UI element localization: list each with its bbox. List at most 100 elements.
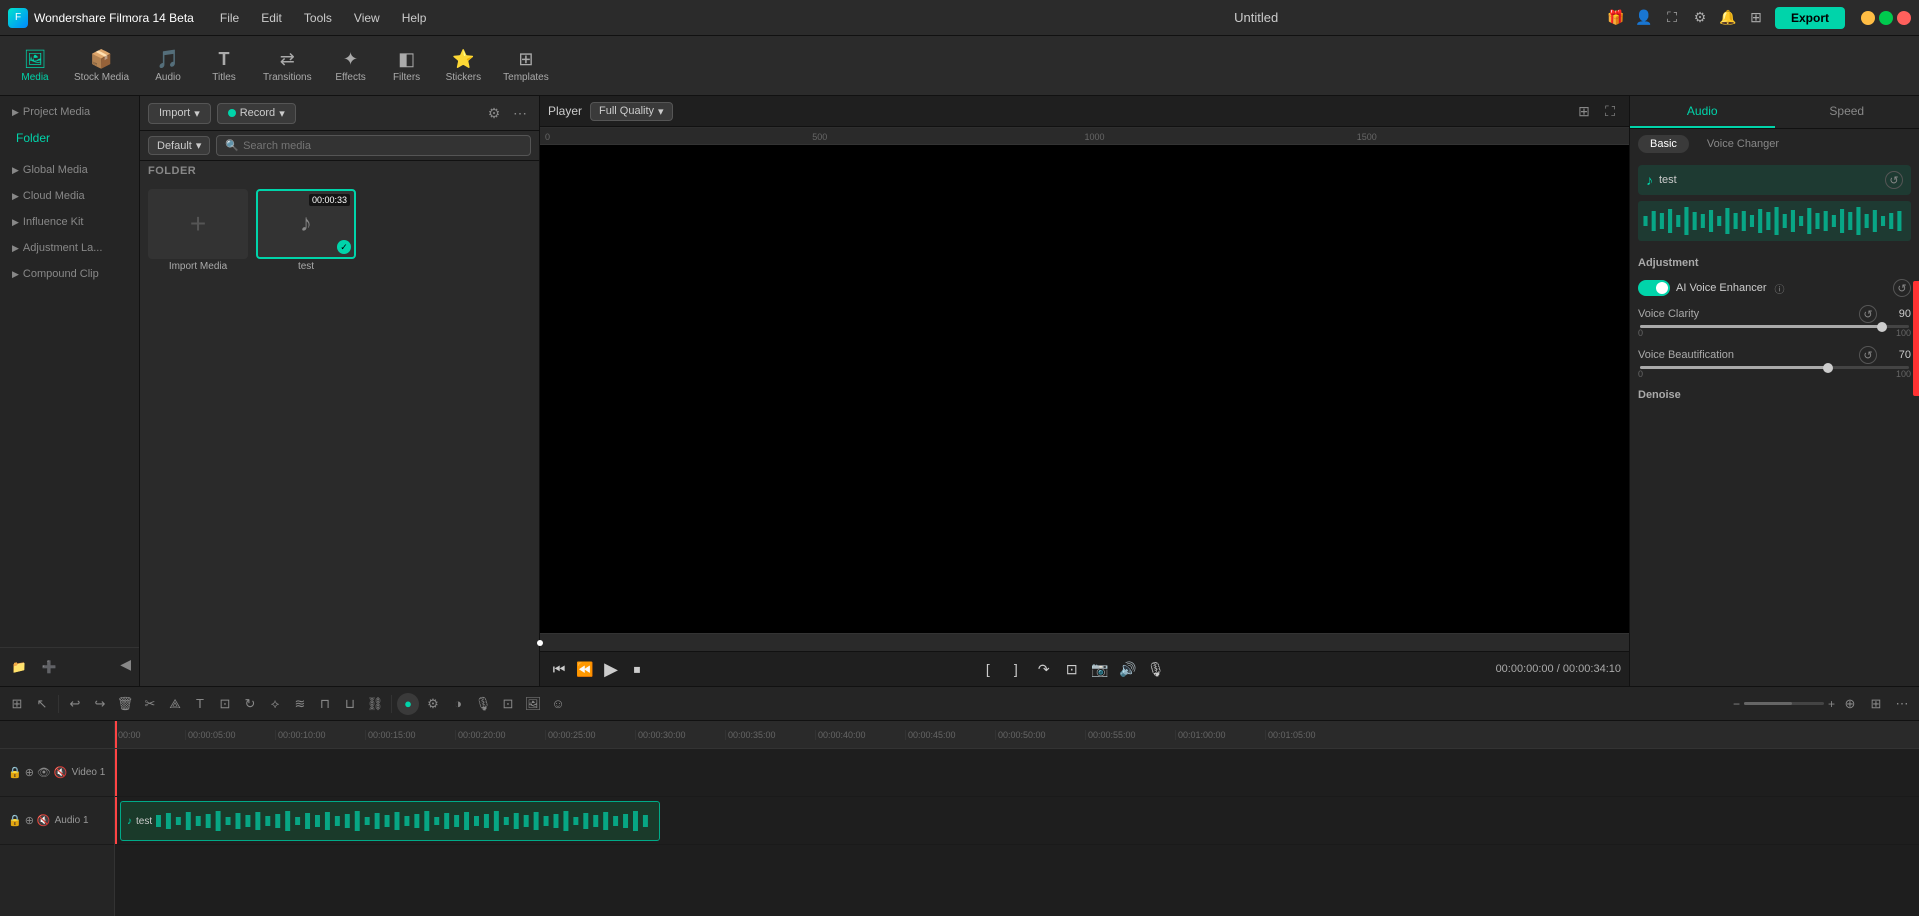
audio1-add-icon[interactable]: ⊕ [25, 814, 34, 827]
layout-button[interactable]: ⊞ [1865, 693, 1887, 715]
search-box[interactable]: 🔍 [216, 135, 531, 156]
snapshot-button[interactable]: 📷 [1089, 658, 1111, 680]
zoom-slider[interactable] [1744, 702, 1824, 705]
record-timeline-button[interactable]: ● [397, 693, 419, 715]
sidebar-item-influence-kit[interactable]: ▶ Influence Kit [0, 206, 139, 232]
audio-meter-button[interactable]: 🔊 [1117, 658, 1139, 680]
rotate-button[interactable]: ↻ [239, 693, 261, 715]
tool-transitions[interactable]: ⇄ Transitions [253, 45, 322, 87]
voice-clarity-thumb[interactable] [1877, 322, 1887, 332]
crop-button[interactable]: ⊡ [214, 693, 236, 715]
stop-button[interactable]: ⏹ [626, 658, 648, 680]
select-button[interactable]: ↖ [31, 693, 53, 715]
maximize-button[interactable] [1879, 11, 1893, 25]
test-media-item[interactable]: 00:00:33 ♪ ✓ test [256, 189, 356, 272]
menu-edit[interactable]: Edit [251, 7, 292, 29]
more-options-icon[interactable]: ⋯ [509, 102, 531, 124]
mark-in-button[interactable]: [ [977, 658, 999, 680]
sidebar-item-cloud-media[interactable]: ▶ Cloud Media [0, 180, 139, 206]
fullscreen-icon[interactable]: ⛶ [1661, 7, 1683, 29]
tool-stickers[interactable]: ⭐ Stickers [436, 45, 492, 87]
voice-button[interactable]: 🎙 [1145, 658, 1167, 680]
menu-tools[interactable]: Tools [294, 7, 342, 29]
voice-beautification-slider[interactable] [1640, 366, 1909, 369]
test-media-thumb[interactable]: 00:00:33 ♪ ✓ [256, 189, 356, 259]
sub-tab-basic[interactable]: Basic [1638, 135, 1689, 153]
video1-mute-icon[interactable]: 🔇 [54, 766, 68, 779]
voice-clarity-slider[interactable] [1640, 325, 1909, 328]
preview-grid-icon[interactable]: ⊞ [1573, 100, 1595, 122]
sidebar-item-global-media[interactable]: ▶ Global Media [0, 154, 139, 180]
mark-out-button[interactable]: ] [1005, 658, 1027, 680]
mask-button[interactable]: ◑ [447, 693, 469, 715]
split-button[interactable]: ⟁ [164, 693, 186, 715]
keyframe-button[interactable]: ⟡ [264, 693, 286, 715]
tool-stock-media[interactable]: 📦 Stock Media [64, 45, 139, 87]
emoji-button[interactable]: ☺ [547, 693, 569, 715]
grid-icon[interactable]: ⊞ [1745, 7, 1767, 29]
preview-expand-icon[interactable]: ⛶ [1599, 100, 1621, 122]
menu-help[interactable]: Help [392, 7, 437, 29]
text-button[interactable]: T [189, 693, 211, 715]
audio-reset-button[interactable]: ↺ [1885, 171, 1903, 189]
bell-icon[interactable]: 🔔 [1717, 7, 1739, 29]
audio1-lock-icon[interactable]: 🔒 [8, 814, 22, 827]
ai-enhancer-reset-button[interactable]: ↺ [1893, 279, 1911, 297]
minimize-button[interactable] [1861, 11, 1875, 25]
voice-beautification-reset-button[interactable]: ↺ [1859, 346, 1877, 364]
play-button[interactable]: ▶ [600, 658, 622, 680]
default-sort-button[interactable]: Default ▾ [148, 136, 210, 155]
sidebar-item-compound-clip[interactable]: ▶ Compound Clip [0, 258, 139, 284]
user-icon[interactable]: 👤 [1633, 7, 1655, 29]
filter-icon[interactable]: ⚙ [483, 102, 505, 124]
add-to-timeline-button[interactable]: ↷ [1033, 658, 1055, 680]
media-button-tl[interactable]: 🖼 [522, 693, 544, 715]
sidebar-item-project-media[interactable]: ▶ Project Media [0, 96, 139, 122]
redo-button[interactable]: ↪ [89, 693, 111, 715]
quality-select[interactable]: Full Quality ▾ [590, 102, 673, 121]
tool-templates[interactable]: ⊞ Templates [493, 45, 559, 87]
add-item-icon[interactable]: ➕ [38, 656, 60, 678]
import-button[interactable]: Import ▾ [148, 103, 211, 124]
link-button[interactable]: ⛓ [364, 693, 386, 715]
group-button[interactable]: ⊓ [314, 693, 336, 715]
voice-beautification-thumb[interactable] [1823, 363, 1833, 373]
new-folder-icon[interactable]: 📁 [8, 656, 30, 678]
screen-record-button[interactable]: ⊡ [497, 693, 519, 715]
tool-effects[interactable]: ✦ Effects [324, 45, 378, 87]
cut-button[interactable]: ✂ [139, 693, 161, 715]
tool-titles[interactable]: T Titles [197, 45, 251, 87]
audio1-mute-icon[interactable]: 🔇 [37, 814, 51, 827]
tab-audio[interactable]: Audio [1630, 96, 1775, 128]
tab-speed[interactable]: Speed [1775, 96, 1919, 128]
zoom-in-icon[interactable]: + [1828, 697, 1835, 711]
more-timeline-button[interactable]: ⋯ [1891, 693, 1913, 715]
snap-button[interactable]: ⊞ [6, 693, 28, 715]
delete-button[interactable]: 🗑 [114, 693, 136, 715]
ai-enhancer-info-icon[interactable]: ⓘ [1775, 281, 1785, 296]
frame-back-button[interactable]: ⏪ [574, 658, 596, 680]
import-media-item[interactable]: + Import Media [148, 189, 248, 272]
undo-button[interactable]: ↩ [64, 693, 86, 715]
ungroup-button[interactable]: ⊔ [339, 693, 361, 715]
video1-add-icon[interactable]: ⊕ [25, 766, 34, 779]
voice-clarity-reset-button[interactable]: ↺ [1859, 305, 1877, 323]
audio-clip-test[interactable]: ♪ test [120, 801, 660, 841]
sub-tab-voice-changer[interactable]: Voice Changer [1695, 135, 1791, 153]
ai-voice-enhancer-toggle[interactable] [1638, 280, 1670, 296]
tool-audio[interactable]: 🎵 Audio [141, 45, 195, 87]
record-button[interactable]: Record ▾ [217, 103, 296, 124]
fit-button[interactable]: ⊡ [1061, 658, 1083, 680]
add-track-button[interactable]: ⊕ [1839, 693, 1861, 715]
close-button[interactable] [1897, 11, 1911, 25]
skip-back-button[interactable]: ⏮ [548, 658, 570, 680]
scrubber-handle[interactable] [537, 640, 543, 646]
video1-eye-icon[interactable]: 👁 [37, 766, 51, 779]
video1-lock-icon[interactable]: 🔒 [8, 766, 22, 779]
tool-media[interactable]: 🖼 Media [8, 45, 62, 87]
timeline-ruler[interactable]: 00:00 00:00:05:00 00:00:10:00 00:00:15:0… [115, 721, 1919, 749]
gift-icon[interactable]: 🎁 [1605, 7, 1627, 29]
tool-filters[interactable]: ◧ Filters [380, 45, 434, 87]
motion-button[interactable]: ≋ [289, 693, 311, 715]
export-button[interactable]: Export [1775, 7, 1845, 29]
